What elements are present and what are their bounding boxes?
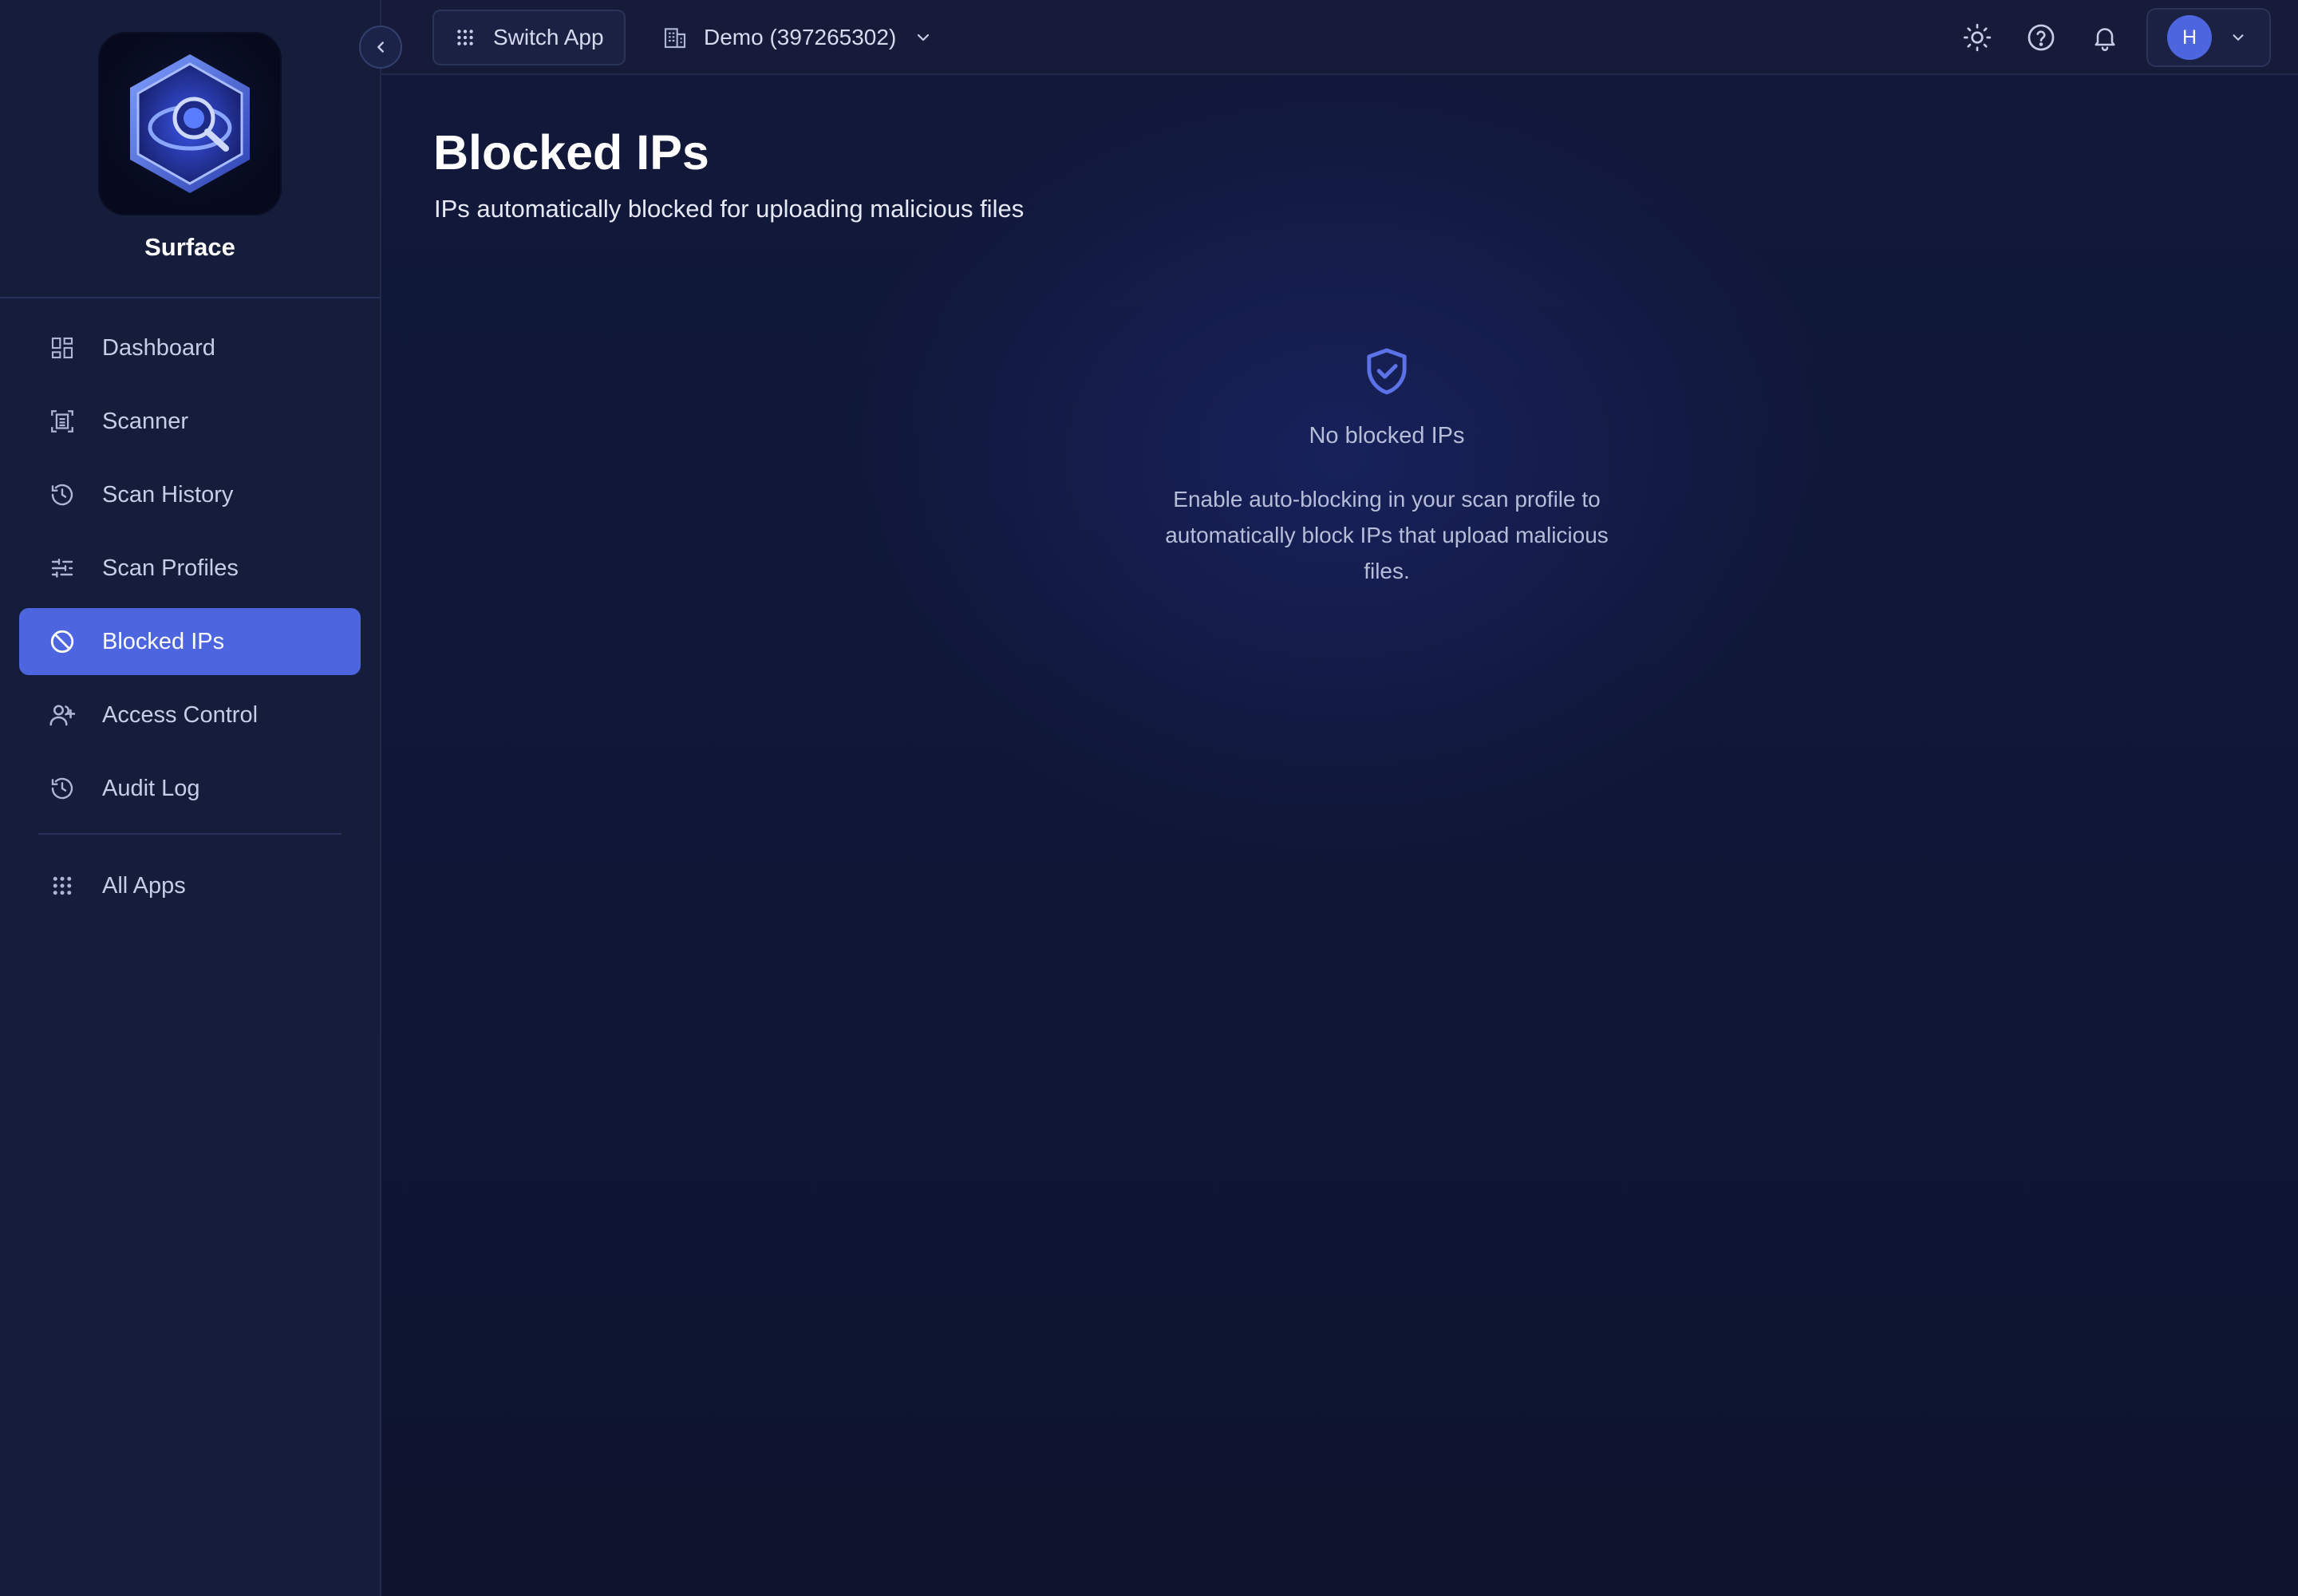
grid-icon [455, 27, 476, 48]
grid-icon [48, 871, 77, 900]
empty-state-description: Enable auto-blocking in your scan profil… [1165, 487, 1609, 583]
sidebar-item-label: Scan History [102, 481, 234, 508]
avatar: H [2167, 15, 2212, 60]
building-icon [662, 25, 688, 50]
empty-state: No blocked IPs Enable auto-blocking in y… [1100, 346, 1674, 589]
top-actions: H [1955, 0, 2298, 75]
scanner-icon [48, 407, 77, 436]
page-title: Blocked IPs [433, 125, 709, 180]
main-content: Blocked IPs IPs automatically blocked fo… [381, 75, 2298, 1596]
empty-state-title: No blocked IPs [1309, 423, 1465, 448]
collapse-sidebar-button[interactable] [359, 26, 402, 69]
sidebar-item-label: All Apps [102, 872, 186, 899]
sidebar-item-label: Blocked IPs [102, 628, 225, 654]
sidebar-item-label: Access Control [102, 701, 259, 728]
sidebar-item-audit-log[interactable]: Audit Log [19, 755, 361, 822]
history-icon [48, 774, 77, 803]
sidebar-item-label: Audit Log [102, 775, 200, 801]
chevron-left-icon [372, 38, 389, 56]
sidebar-item-scanner[interactable]: Scanner [19, 388, 361, 455]
brand: Surface [0, 0, 380, 298]
help-icon [2026, 22, 2056, 53]
theme-toggle-button[interactable] [1955, 15, 2000, 60]
organization-selector[interactable]: Demo (397265302) [662, 10, 933, 65]
shield-check-icon [1361, 346, 1412, 397]
page-subtitle: IPs automatically blocked for uploading … [434, 195, 1025, 223]
user-menu-button[interactable]: H [2146, 8, 2271, 67]
user-plus-icon [48, 701, 77, 729]
switch-app-button[interactable]: Switch App [432, 10, 626, 65]
dashboard-icon [48, 334, 77, 362]
sliders-icon [48, 554, 77, 583]
sidebar-item-dashboard[interactable]: Dashboard [19, 314, 361, 381]
top-bar: Switch App Demo (397265302) H [381, 0, 2298, 75]
sidebar: Surface Dashboard Scanner Scan History S… [0, 0, 381, 1596]
sidebar-item-scan-profiles[interactable]: Scan Profiles [19, 535, 361, 602]
sidebar-item-all-apps[interactable]: All Apps [19, 852, 361, 919]
ban-icon [48, 627, 77, 656]
sidebar-item-label: Dashboard [102, 334, 215, 361]
app-name: Surface [144, 233, 235, 261]
sidebar-item-label: Scanner [102, 408, 189, 434]
sidebar-nav: Dashboard Scanner Scan History Scan Prof… [0, 298, 380, 919]
chevron-down-icon [2229, 29, 2247, 46]
help-button[interactable] [2019, 15, 2063, 60]
switch-app-label: Switch App [493, 25, 604, 49]
app-logo [98, 32, 282, 215]
organization-label: Demo (397265302) [704, 25, 897, 49]
app-root: Surface Dashboard Scanner Scan History S… [0, 0, 2298, 1596]
sun-icon [1962, 22, 1992, 53]
notifications-button[interactable] [2083, 15, 2127, 60]
chevron-down-icon [914, 28, 933, 47]
sidebar-item-blocked-ips[interactable]: Blocked IPs [19, 608, 361, 675]
sidebar-item-access-control[interactable]: Access Control [19, 681, 361, 749]
sidebar-divider [38, 833, 342, 835]
bell-icon [2091, 23, 2119, 52]
sidebar-item-label: Scan Profiles [102, 555, 239, 581]
history-icon [48, 480, 77, 509]
sidebar-item-scan-history[interactable]: Scan History [19, 461, 361, 528]
